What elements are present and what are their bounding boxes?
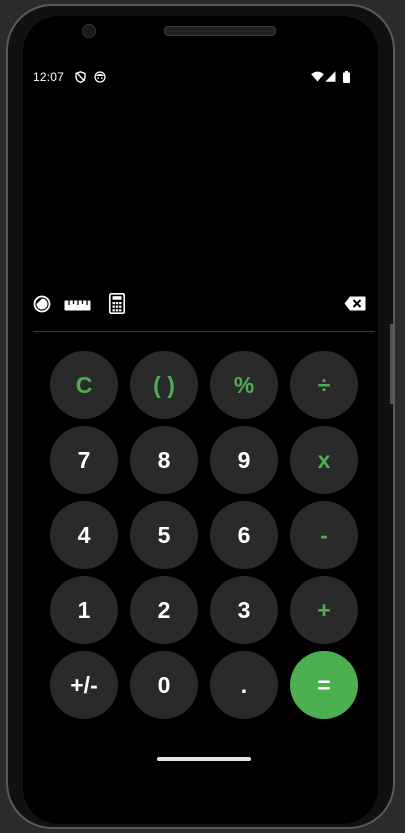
theme-toggle-icon[interactable]: [33, 295, 51, 318]
digit-5-button[interactable]: 5: [130, 501, 198, 569]
equals-button[interactable]: =: [290, 651, 358, 719]
ruler-icon[interactable]: [64, 298, 91, 316]
power-button: [390, 324, 393, 404]
clear-button[interactable]: C: [50, 351, 118, 419]
calculator-icon[interactable]: [109, 293, 125, 319]
wifi-icon: [311, 71, 324, 85]
signal-icon: [325, 71, 336, 85]
backspace-icon[interactable]: [344, 296, 366, 316]
subtract-button[interactable]: -: [290, 501, 358, 569]
digit-0-button[interactable]: 0: [130, 651, 198, 719]
digit-6-button[interactable]: 6: [210, 501, 278, 569]
display-divider: [33, 331, 375, 332]
face-icon: [94, 71, 106, 86]
percent-button[interactable]: %: [210, 351, 278, 419]
digit-2-button[interactable]: 2: [130, 576, 198, 644]
decimal-button[interactable]: .: [210, 651, 278, 719]
parentheses-button[interactable]: ( ): [130, 351, 198, 419]
add-button[interactable]: +: [290, 576, 358, 644]
negate-button[interactable]: +/-: [50, 651, 118, 719]
multiply-button[interactable]: x: [290, 426, 358, 494]
shield-icon: [75, 71, 86, 86]
home-indicator[interactable]: [157, 757, 251, 761]
divide-button[interactable]: ÷: [290, 351, 358, 419]
keypad: C( )% ÷ 7 8 9 x 4 5 6- 1 2 3 + +/- 0. =: [50, 351, 358, 719]
digit-9-button[interactable]: 9: [210, 426, 278, 494]
digit-4-button[interactable]: 4: [50, 501, 118, 569]
earpiece-speaker: [164, 26, 276, 36]
status-bar: 12:07: [33, 70, 363, 86]
digit-7-button[interactable]: 7: [50, 426, 118, 494]
digit-1-button[interactable]: 1: [50, 576, 118, 644]
battery-icon: [343, 71, 350, 86]
digit-8-button[interactable]: 8: [130, 426, 198, 494]
front-camera: [82, 24, 96, 38]
status-time: 12:07: [33, 70, 65, 84]
digit-3-button[interactable]: 3: [210, 576, 278, 644]
toolbar: [33, 292, 373, 316]
